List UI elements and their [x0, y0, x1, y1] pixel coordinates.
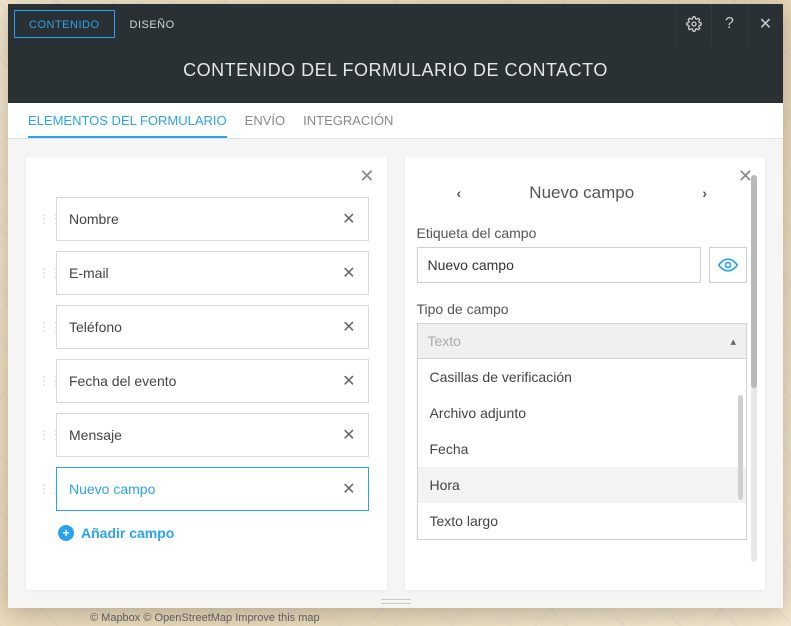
field-item[interactable]: Nombre ✕ — [56, 197, 369, 241]
field-type-title: Tipo de campo — [417, 301, 748, 317]
field-type-option[interactable]: Archivo adjunto — [418, 395, 747, 431]
field-nav-title: Nuevo campo — [529, 183, 634, 203]
plus-icon: + — [58, 525, 74, 541]
field-item-label: Fecha del evento — [69, 373, 176, 389]
field-detail-panel: ✕ ‹ Nuevo campo › Etiqueta del campo Tip… — [405, 157, 766, 590]
field-row: ⋮⋮ Nuevo campo ✕ — [38, 467, 369, 511]
top-right-icons: ? ✕ — [675, 4, 783, 44]
drag-handle-icon[interactable]: ⋮⋮ — [38, 267, 48, 279]
field-item-label: Nombre — [69, 211, 119, 227]
field-item[interactable]: Mensaje ✕ — [56, 413, 369, 457]
drag-handle-icon[interactable]: ⋮⋮ — [38, 321, 48, 333]
tab-contenido[interactable]: CONTENIDO — [14, 10, 115, 38]
field-type-option[interactable]: Texto largo — [418, 503, 747, 539]
field-type-select: Texto ▴ Casillas de verificaciónArchivo … — [417, 323, 748, 540]
next-field-arrow-icon[interactable]: › — [702, 185, 707, 201]
field-item-label: Teléfono — [69, 319, 122, 335]
modal-resize-handle[interactable] — [381, 599, 411, 604]
remove-field-icon[interactable]: ✕ — [342, 263, 355, 283]
map-attribution: © Mapbox © OpenStreetMap Improve this ma… — [90, 612, 320, 624]
field-item[interactable]: Fecha del evento ✕ — [56, 359, 369, 403]
remove-field-icon[interactable]: ✕ — [342, 479, 355, 499]
field-type-select-box[interactable]: Texto ▴ — [417, 323, 748, 359]
gear-icon[interactable] — [675, 4, 711, 44]
remove-field-icon[interactable]: ✕ — [342, 209, 355, 229]
modal-header: CONTENIDO DISEÑO ? ✕ CONTENIDO DEL FORMU… — [8, 4, 783, 103]
drag-handle-icon[interactable]: ⋮⋮ — [38, 429, 48, 441]
field-row: ⋮⋮ Mensaje ✕ — [38, 413, 369, 457]
field-item-label: Mensaje — [69, 427, 122, 443]
field-label-input[interactable] — [417, 247, 702, 283]
subtab-integracion[interactable]: INTEGRACIÓN — [303, 113, 393, 138]
field-type-option[interactable]: Fecha — [418, 431, 747, 467]
modal-window: CONTENIDO DISEÑO ? ✕ CONTENIDO DEL FORMU… — [8, 4, 783, 608]
field-item[interactable]: E-mail ✕ — [56, 251, 369, 295]
field-row: ⋮⋮ Nombre ✕ — [38, 197, 369, 241]
toggle-visibility-button[interactable] — [709, 247, 747, 283]
field-nav: ‹ Nuevo campo › — [417, 179, 748, 207]
subtab-envio[interactable]: ENVÍO — [245, 113, 285, 138]
sub-tab-row: ELEMENTOS DEL FORMULARIO ENVÍO INTEGRACI… — [8, 103, 783, 139]
drag-handle-icon[interactable]: ⋮⋮ — [38, 483, 48, 495]
eye-icon — [718, 255, 738, 275]
field-label-title: Etiqueta del campo — [417, 225, 748, 241]
caret-up-icon: ▴ — [730, 335, 736, 348]
modal-body: ✕ ⋮⋮ Nombre ✕ ⋮⋮ E-mail ✕ ⋮⋮ Teléfono ✕ ⋮⋮ Fecha d… — [8, 139, 783, 608]
field-type-selected: Texto — [428, 333, 461, 349]
add-field-button[interactable]: + Añadir campo — [58, 525, 369, 541]
drag-handle-icon[interactable]: ⋮⋮ — [38, 213, 48, 225]
subtab-elementos[interactable]: ELEMENTOS DEL FORMULARIO — [28, 113, 227, 138]
help-icon[interactable]: ? — [711, 4, 747, 44]
field-type-option[interactable]: Casillas de verificación — [418, 359, 747, 395]
field-row: ⋮⋮ E-mail ✕ — [38, 251, 369, 295]
right-scrollbar[interactable] — [751, 175, 757, 562]
field-item-label: E-mail — [69, 265, 109, 281]
field-item[interactable]: Nuevo campo ✕ — [56, 467, 369, 511]
fields-panel-close-icon[interactable]: ✕ — [359, 167, 374, 185]
add-field-label: Añadir campo — [81, 525, 174, 541]
field-type-dropdown: Casillas de verificaciónArchivo adjuntoF… — [417, 359, 748, 540]
dropdown-scrollbar[interactable] — [738, 395, 743, 500]
prev-field-arrow-icon[interactable]: ‹ — [457, 185, 462, 201]
field-item-label: Nuevo campo — [69, 481, 155, 497]
top-tab-row: CONTENIDO DISEÑO ? ✕ — [8, 4, 783, 44]
fields-panel: ✕ ⋮⋮ Nombre ✕ ⋮⋮ E-mail ✕ ⋮⋮ Teléfono ✕ ⋮⋮ Fecha d… — [26, 157, 387, 590]
field-row: ⋮⋮ Teléfono ✕ — [38, 305, 369, 349]
field-list: ⋮⋮ Nombre ✕ ⋮⋮ E-mail ✕ ⋮⋮ Teléfono ✕ ⋮⋮ Fecha del… — [38, 197, 369, 511]
field-row: ⋮⋮ Fecha del evento ✕ — [38, 359, 369, 403]
remove-field-icon[interactable]: ✕ — [342, 317, 355, 337]
drag-handle-icon[interactable]: ⋮⋮ — [38, 375, 48, 387]
field-item[interactable]: Teléfono ✕ — [56, 305, 369, 349]
remove-field-icon[interactable]: ✕ — [342, 425, 355, 445]
field-type-option[interactable]: Hora — [418, 467, 747, 503]
modal-title: CONTENIDO DEL FORMULARIO DE CONTACTO — [8, 44, 783, 103]
tab-diseno[interactable]: DISEÑO — [115, 10, 190, 38]
close-icon[interactable]: ✕ — [747, 4, 783, 44]
remove-field-icon[interactable]: ✕ — [342, 371, 355, 391]
